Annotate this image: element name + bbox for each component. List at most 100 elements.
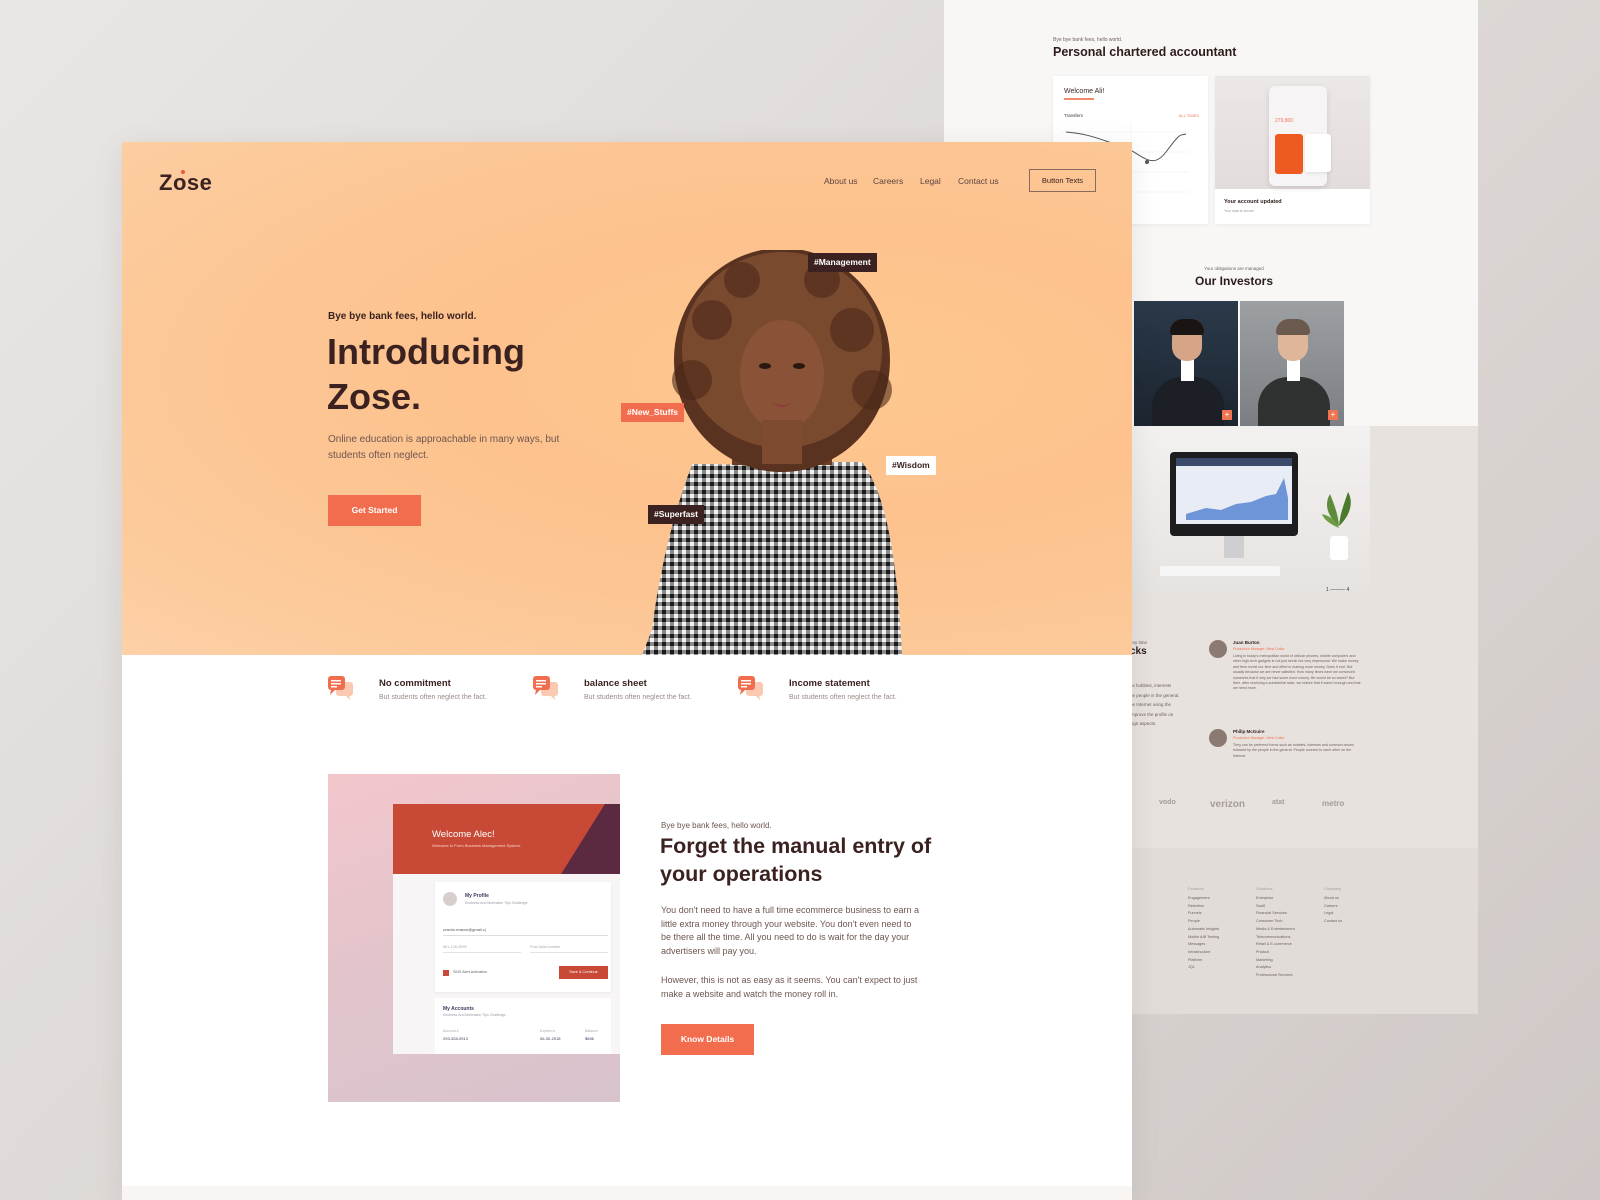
nav-contact-us[interactable]: Contact us: [958, 176, 999, 186]
feature-title: balance sheet: [584, 678, 647, 689]
feature-no-commitment: No commitment But students often neglect…: [328, 675, 518, 715]
footer-heading: Company: [1324, 886, 1342, 891]
footer-link[interactable]: Funnels: [1188, 910, 1219, 918]
transfers-label: Transfers: [1064, 113, 1083, 118]
plus-icon[interactable]: +: [1328, 410, 1338, 420]
testimonial-name: Philip McGuire: [1233, 729, 1265, 734]
footer-link[interactable]: About us: [1324, 895, 1342, 903]
footer-heading: Solutions: [1256, 886, 1273, 891]
footer-link[interactable]: Engagement: [1188, 895, 1219, 903]
footer-link[interactable]: Product: [1256, 949, 1295, 957]
know-details-button[interactable]: Know Details: [661, 1024, 754, 1055]
avatar: [443, 892, 457, 906]
hero-lead: Online education is approachable in many…: [328, 434, 560, 461]
profile-card: My Profile Kindness And Motivation Tips …: [435, 882, 611, 992]
nav-legal[interactable]: Legal: [920, 176, 941, 186]
column-header: Expires in: [540, 1029, 556, 1033]
address-field[interactable]: Post Addr/number: [530, 945, 608, 953]
nav-about-us[interactable]: About us: [824, 176, 858, 186]
footer-link[interactable]: Messages: [1188, 941, 1219, 949]
footer-heading: Features: [1188, 886, 1204, 891]
footer-column-company: Company About us Careers Legal Contact u…: [1324, 886, 1342, 926]
atat-logo: atat: [1272, 799, 1285, 806]
fragment-line: as hobbies, interests: [1130, 683, 1172, 688]
fragment-line: improve the profile on: [1130, 712, 1174, 717]
investor-card[interactable]: +: [1240, 301, 1344, 426]
profile-subtitle: Kindness And Motivation Tips Challenge.: [465, 901, 529, 905]
feature-income-statement: Income statement But students often negl…: [738, 675, 928, 715]
footer-link[interactable]: Financial Services: [1256, 910, 1295, 918]
email-field[interactable]: cramin.mason@gmail.c|: [443, 927, 608, 936]
content-body: You don't need to have a full time ecomm…: [661, 905, 920, 956]
footer-link[interactable]: Enterprise: [1256, 895, 1295, 903]
section-title: Personal chartered accountant: [1053, 45, 1237, 59]
section-kicker: Bye bye bank fees, hello world.: [1053, 37, 1123, 43]
nav-careers[interactable]: Careers: [873, 176, 903, 186]
feature-subtitle: But students often neglect the fact.: [379, 694, 487, 701]
chart-point-marker: [1145, 160, 1149, 164]
hero-kicker: Bye bye bank fees, hello world.: [328, 311, 477, 322]
footer-link[interactable]: Retention: [1188, 903, 1219, 911]
content-kicker: Bye bye bank fees, hello world.: [661, 821, 772, 830]
account-updated-subtitle: Your data is secure: [1224, 209, 1254, 213]
orange-card-illustration: [1275, 134, 1303, 174]
footer-link[interactable]: Analytics: [1256, 964, 1295, 972]
profile-title: My Profile: [465, 893, 489, 899]
white-card-illustration: [1305, 134, 1331, 172]
tag-management[interactable]: #Management: [808, 253, 877, 272]
phone-field[interactable]: 861-126-9599: [443, 945, 521, 953]
hero-title: Introducing Zose.: [327, 331, 525, 417]
footer-link[interactable]: Mobile A/B Testing: [1188, 934, 1219, 942]
footer-link[interactable]: People: [1188, 918, 1219, 926]
footer-link[interactable]: Telecommunications: [1256, 934, 1295, 942]
footer-link[interactable]: Contact us: [1324, 918, 1342, 926]
next-section-edge: [122, 1186, 1132, 1200]
footer-link[interactable]: Media & Entertainment: [1256, 926, 1295, 934]
investor-card[interactable]: +: [1134, 301, 1238, 426]
sms-alert-label: SMS Alert Activation: [453, 970, 488, 974]
footer-link[interactable]: Careers: [1324, 903, 1342, 911]
fragment-line: he people in the general.: [1130, 693, 1180, 698]
footer-link[interactable]: Marketing: [1256, 957, 1295, 965]
brand-logo[interactable]: Zose: [159, 170, 212, 196]
footer-link[interactable]: Professional Services: [1256, 972, 1295, 980]
footer-link[interactable]: Infrastructure: [1188, 949, 1219, 957]
slider-pager[interactable]: 1 ——— 4: [1326, 587, 1349, 593]
content-body-secondary: However, this is not as easy as it seems…: [661, 975, 918, 999]
footer-link[interactable]: Automatic Insights: [1188, 926, 1219, 934]
welcome-banner: Welcome Alec! Welcome to Porto Business …: [393, 804, 620, 874]
brand-logo-text: Zose: [159, 170, 213, 195]
footer-column-solutions: Solutions Enterprise SaaS Financial Serv…: [1256, 886, 1295, 980]
phone-mockup-image: 279,800: [1215, 76, 1370, 189]
footer-link[interactable]: JQL: [1188, 964, 1219, 972]
metro-logo: metro: [1322, 799, 1345, 808]
tag-superfast[interactable]: #Superfast: [648, 505, 704, 524]
features-row: No commitment But students often neglect…: [122, 675, 1132, 735]
get-started-button[interactable]: Get Started: [328, 495, 421, 526]
accounts-subtitle: Kindness And Motivation Tips Challenge.: [443, 1013, 507, 1017]
keyboard-illustration: [1160, 566, 1280, 576]
fragment-line: he Internet using the: [1130, 702, 1172, 707]
logo-dot-icon: [181, 170, 185, 174]
account-updated-title: Your account updated: [1224, 199, 1282, 205]
hero-section: Zose About us Careers Legal Contact us B…: [122, 142, 1132, 655]
sms-alert-checkbox[interactable]: [443, 970, 449, 976]
vodo-logo: vodo: [1159, 799, 1176, 806]
avatar: [1209, 729, 1227, 747]
hero-woman-photo: [642, 250, 902, 655]
footer-link[interactable]: Platform: [1188, 957, 1219, 965]
footer-link[interactable]: Retail & E-commerce: [1256, 941, 1295, 949]
tag-new-stuffs[interactable]: #New_Stuffs: [621, 403, 685, 422]
testimonial-name: Juan Burton: [1233, 640, 1260, 645]
footer-link[interactable]: Legal: [1324, 910, 1342, 918]
plus-icon[interactable]: +: [1222, 410, 1232, 420]
accounts-title: My Accounts: [443, 1006, 474, 1012]
accounts-card: My Accounts Kindness And Motivation Tips…: [435, 998, 611, 1054]
header-cta-button[interactable]: Button Texts: [1029, 169, 1096, 192]
tag-wisdom[interactable]: #Wisdom: [886, 456, 936, 475]
app-mockup-image: Welcome Alec! Welcome to Porto Business …: [328, 774, 620, 1102]
footer-link[interactable]: SaaS: [1256, 903, 1295, 911]
all-times-filter[interactable]: ALL TIMES: [1179, 113, 1199, 118]
save-continue-button[interactable]: Save & Continue: [559, 966, 608, 979]
footer-link[interactable]: Consumer Tech: [1256, 918, 1295, 926]
